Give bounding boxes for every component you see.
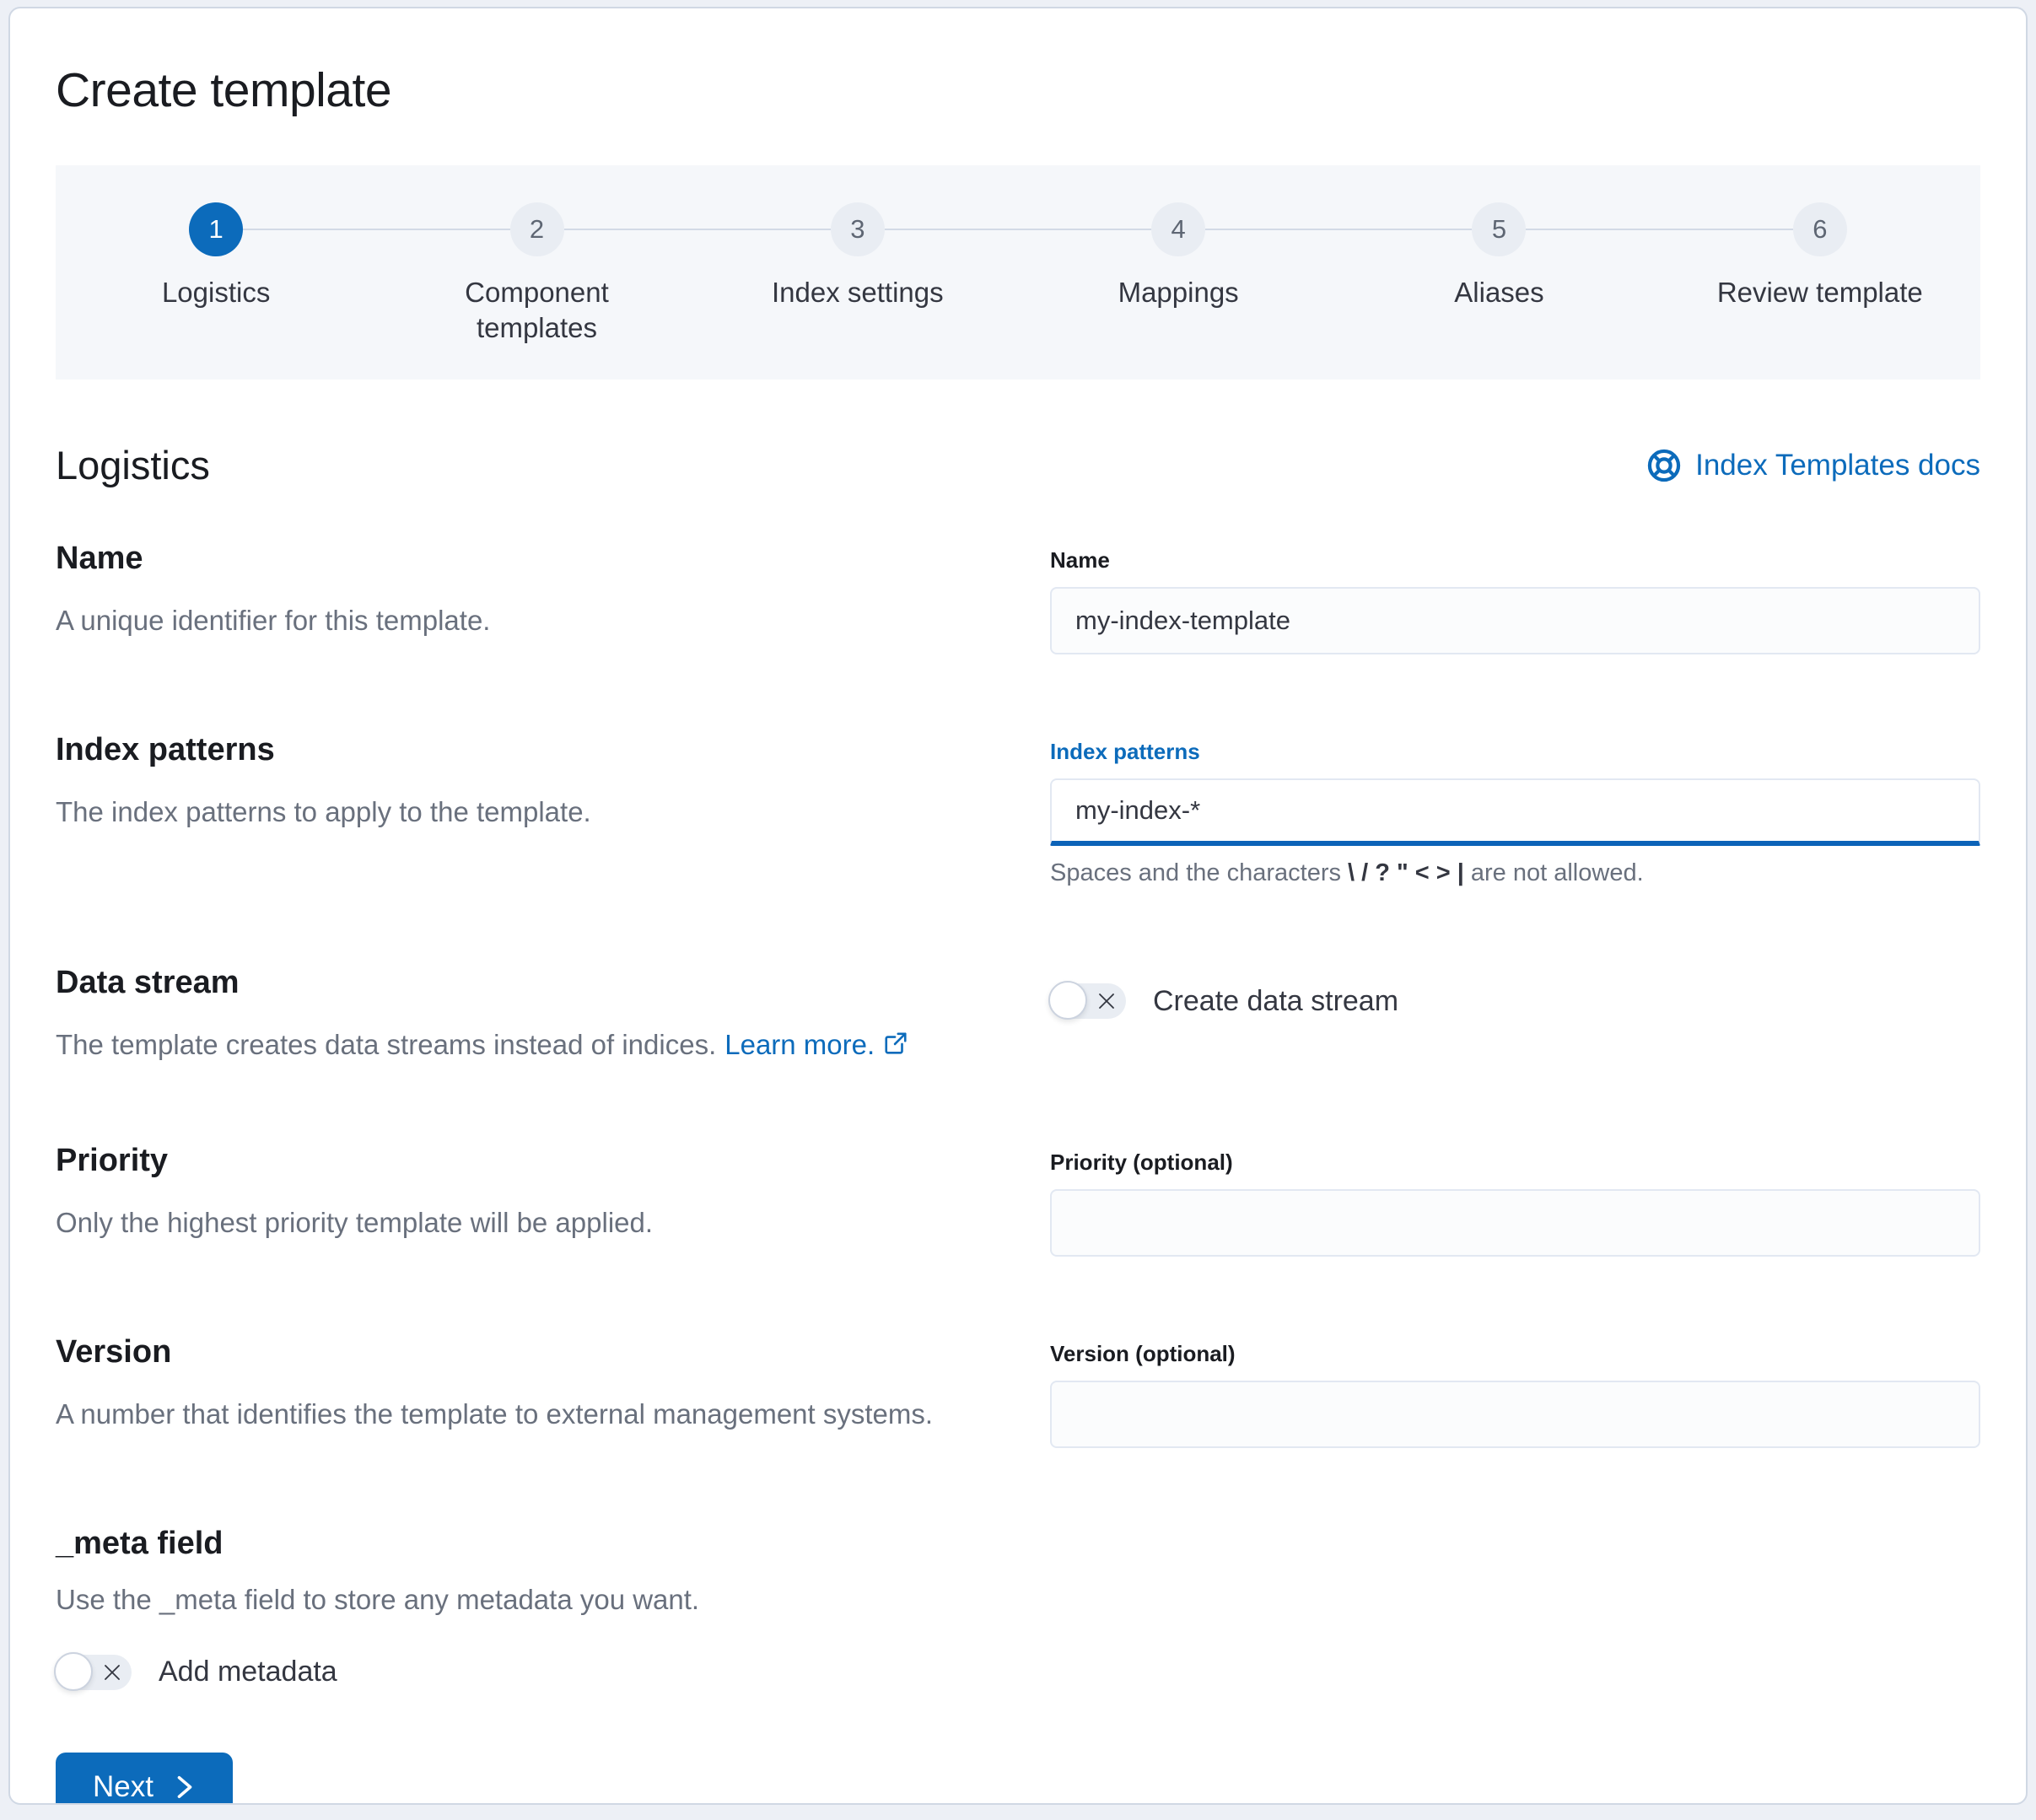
step-label[interactable]: Review template bbox=[1708, 275, 1932, 310]
index-patterns-input[interactable] bbox=[1050, 778, 1980, 846]
step-indicator: 3 bbox=[698, 202, 1018, 256]
step-connector-right bbox=[243, 229, 376, 230]
stepper-step[interactable]: 4 Mappings bbox=[1018, 202, 1338, 346]
step-number[interactable]: 6 bbox=[1793, 202, 1847, 256]
step-label[interactable]: Index settings bbox=[746, 275, 970, 310]
documentation-icon bbox=[1646, 448, 1682, 483]
chevron-right-icon bbox=[174, 1774, 196, 1800]
step-number[interactable]: 1 bbox=[189, 202, 243, 256]
stepper: 1 Logistics 2 Component templates 3 Inde… bbox=[56, 165, 1980, 380]
version-field-label: Version (optional) bbox=[1050, 1341, 1980, 1367]
step-connector-right bbox=[885, 229, 1018, 230]
learn-more-link[interactable]: Learn more. bbox=[724, 1029, 908, 1060]
index-patterns-row-title: Index patterns bbox=[56, 732, 1006, 768]
add-metadata-toggle[interactable] bbox=[56, 1655, 132, 1690]
toggle-knob bbox=[1048, 981, 1087, 1020]
priority-field-label: Priority (optional) bbox=[1050, 1150, 1980, 1176]
x-icon bbox=[1096, 991, 1117, 1011]
create-data-stream-toggle[interactable] bbox=[1050, 983, 1126, 1019]
step-connector-right bbox=[1526, 229, 1659, 230]
section-header: Logistics Index Templates docs bbox=[56, 442, 1980, 488]
step-label[interactable]: Aliases bbox=[1387, 275, 1611, 310]
version-row-description: A number that identifies the template to… bbox=[56, 1394, 1006, 1435]
data-stream-row-title: Data stream bbox=[56, 965, 1006, 1001]
priority-row-title: Priority bbox=[56, 1143, 1006, 1179]
meta-field-description: Use the _meta field to store any metadat… bbox=[56, 1584, 1980, 1616]
toggle-knob bbox=[54, 1652, 93, 1691]
step-connector-left bbox=[1660, 229, 1793, 230]
stepper-step[interactable]: 1 Logistics bbox=[56, 202, 376, 346]
meta-field-section: _meta field Use the _meta field to store… bbox=[56, 1526, 1980, 1805]
stepper-step[interactable]: 6 Review template bbox=[1660, 202, 1980, 346]
docs-link-label: Index Templates docs bbox=[1695, 449, 1980, 482]
index-patterns-row: Index patterns The index patterns to app… bbox=[56, 732, 1980, 887]
priority-row-description: Only the highest priority template will … bbox=[56, 1203, 1006, 1243]
step-number[interactable]: 4 bbox=[1151, 202, 1205, 256]
step-connector-left bbox=[376, 229, 509, 230]
step-indicator: 5 bbox=[1338, 202, 1659, 256]
version-row: Version A number that identifies the tem… bbox=[56, 1334, 1980, 1448]
stepper-step[interactable]: 2 Component templates bbox=[376, 202, 697, 346]
name-row: Name A unique identifier for this templa… bbox=[56, 541, 1980, 654]
external-link-icon bbox=[883, 1031, 908, 1056]
section-title: Logistics bbox=[56, 442, 210, 488]
step-label[interactable]: Component templates bbox=[424, 275, 649, 346]
index-patterns-helper-text: Spaces and the characters\ / ? " < > |ar… bbox=[1050, 859, 1980, 887]
name-row-description: A unique identifier for this template. bbox=[56, 600, 1006, 641]
name-row-title: Name bbox=[56, 541, 1006, 577]
create-template-page: Create template 1 Logistics 2 Component … bbox=[8, 7, 2028, 1805]
index-patterns-field-label: Index patterns bbox=[1050, 739, 1980, 765]
page-title: Create template bbox=[56, 62, 1980, 118]
data-stream-row: Data stream The template creates data st… bbox=[56, 965, 1980, 1065]
step-indicator: 4 bbox=[1018, 202, 1338, 256]
priority-row: Priority Only the highest priority templ… bbox=[56, 1143, 1980, 1257]
stepper-step[interactable]: 3 Index settings bbox=[698, 202, 1018, 346]
next-button[interactable]: Next bbox=[56, 1753, 233, 1805]
step-label[interactable]: Mappings bbox=[1066, 275, 1290, 310]
add-metadata-toggle-label[interactable]: Add metadata bbox=[159, 1656, 337, 1688]
step-label[interactable]: Logistics bbox=[104, 275, 328, 310]
x-icon bbox=[102, 1662, 122, 1683]
step-number[interactable]: 5 bbox=[1472, 202, 1526, 256]
create-data-stream-toggle-label[interactable]: Create data stream bbox=[1153, 985, 1398, 1018]
step-connector-right bbox=[1205, 229, 1338, 230]
version-input[interactable] bbox=[1050, 1381, 1980, 1448]
step-indicator: 2 bbox=[376, 202, 697, 256]
step-connector-right bbox=[564, 229, 698, 230]
meta-field-title: _meta field bbox=[56, 1526, 1980, 1562]
step-indicator: 1 bbox=[56, 202, 376, 256]
data-stream-row-description: The template creates data streams instea… bbox=[56, 1025, 1006, 1065]
step-number[interactable]: 2 bbox=[510, 202, 564, 256]
step-connector-left bbox=[698, 229, 831, 230]
name-field-label: Name bbox=[1050, 547, 1980, 573]
step-connector-left bbox=[1018, 229, 1151, 230]
next-button-label: Next bbox=[93, 1770, 154, 1804]
index-patterns-row-description: The index patterns to apply to the templ… bbox=[56, 792, 1006, 832]
step-number[interactable]: 3 bbox=[831, 202, 885, 256]
name-input[interactable] bbox=[1050, 587, 1980, 654]
priority-input[interactable] bbox=[1050, 1189, 1980, 1257]
version-row-title: Version bbox=[56, 1334, 1006, 1370]
step-connector-left bbox=[1338, 229, 1472, 230]
stepper-step[interactable]: 5 Aliases bbox=[1338, 202, 1659, 346]
step-indicator: 6 bbox=[1660, 202, 1980, 256]
index-templates-docs-link[interactable]: Index Templates docs bbox=[1646, 448, 1980, 483]
